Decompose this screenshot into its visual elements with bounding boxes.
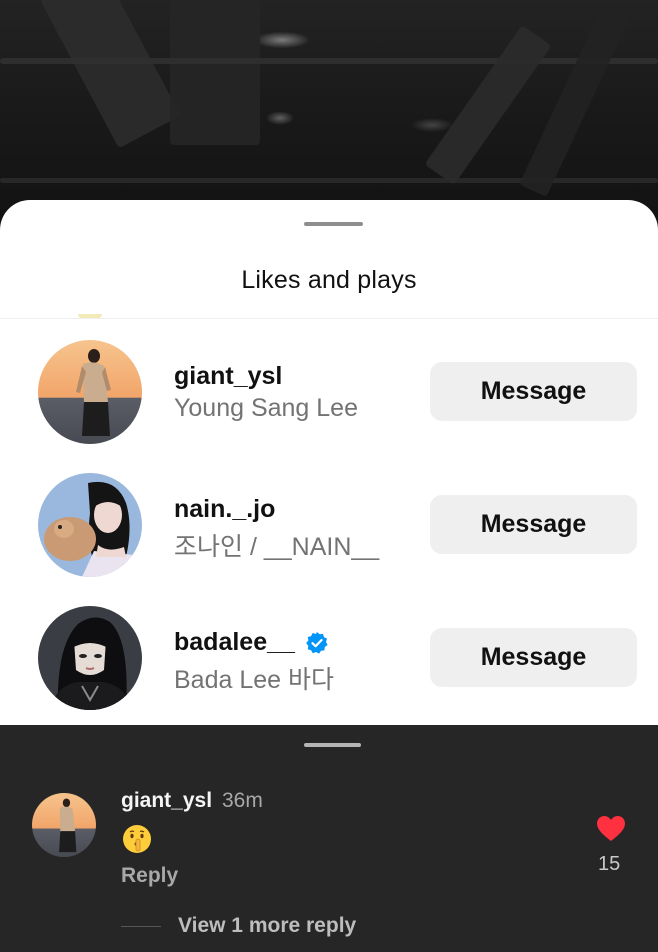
username[interactable]: nain._.jo	[174, 495, 275, 524]
message-button[interactable]: Message	[430, 362, 637, 421]
liker-row[interactable]: giant_ysl Young Sang Lee Message	[0, 340, 658, 450]
verified-badge-icon	[305, 631, 329, 655]
commenter-avatar[interactable]	[32, 793, 96, 857]
username[interactable]: badalee__	[174, 628, 329, 657]
avatar[interactable]	[38, 473, 142, 577]
view-more-replies-button[interactable]: View 1 more reply	[178, 914, 356, 938]
liker-row[interactable]: badalee__ Bada Lee 바다 Message	[0, 606, 658, 716]
full-name: Bada Lee 바다	[174, 666, 334, 694]
sheet-title: Likes and plays	[241, 266, 417, 294]
header-divider	[0, 318, 658, 319]
message-button[interactable]: Message	[430, 495, 637, 554]
comments-panel: giant_ysl 36m Reply 15 View 1 more reply	[0, 725, 658, 952]
like-count: 15	[598, 853, 621, 875]
avatar[interactable]	[38, 606, 142, 710]
shushing-face-icon	[121, 823, 153, 855]
heart-icon[interactable]	[596, 815, 626, 843]
thread-line	[121, 926, 161, 927]
comment-username[interactable]: giant_ysl	[121, 789, 212, 813]
username[interactable]: giant_ysl	[174, 362, 282, 391]
message-button[interactable]: Message	[430, 628, 637, 687]
avatar[interactable]	[38, 340, 142, 444]
full-name: 조나인 / __NAIN__	[174, 533, 380, 561]
reply-button[interactable]: Reply	[121, 864, 178, 888]
comment-time: 36m	[222, 789, 263, 812]
full-name: Young Sang Lee	[174, 394, 358, 422]
sheet-drag-handle[interactable]	[304, 222, 363, 226]
comments-drag-handle[interactable]	[304, 743, 361, 747]
liker-row[interactable]: nain._.jo 조나인 / __NAIN__ Message	[0, 473, 658, 583]
likes-sheet: Likes and plays giant_ysl Young Sang Lee…	[0, 200, 658, 725]
